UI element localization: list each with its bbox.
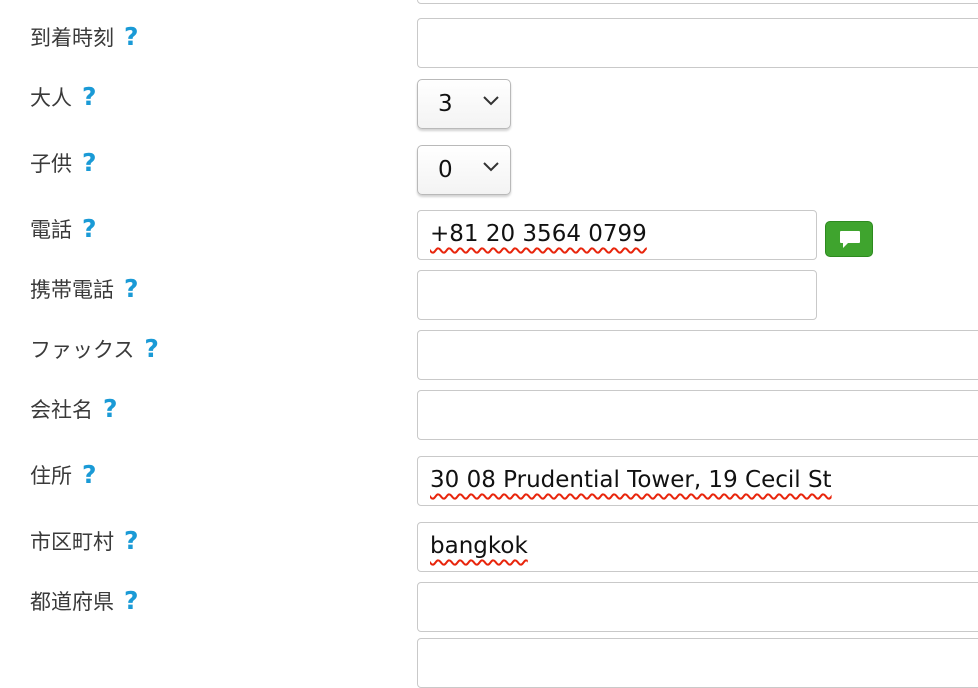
phone-input[interactable]: +81 20 3564 0799 (417, 210, 817, 260)
address-input[interactable]: 30 08 Prudential Tower, 19 Cecil St (417, 456, 978, 506)
chevron-down-icon (483, 162, 499, 172)
prefecture-input[interactable] (417, 582, 978, 632)
fax-label-text: ファックス (30, 338, 135, 362)
children-label-text: 子供 (30, 152, 72, 176)
address-input-value: 30 08 Prudential Tower, 19 Cecil St (430, 467, 832, 493)
help-icon[interactable]: ? (124, 528, 139, 554)
previous-field[interactable] (417, 0, 978, 4)
help-icon[interactable]: ? (124, 24, 139, 50)
adults-select-value: 3 (438, 91, 453, 117)
phone-input-value: +81 20 3564 0799 (430, 221, 647, 247)
speech-bubble-icon (840, 231, 860, 248)
arrival-time-label: 到着時刻? (30, 24, 139, 52)
help-icon[interactable]: ? (124, 276, 139, 302)
help-icon[interactable]: ? (82, 150, 97, 176)
adults-label: 大人? (30, 84, 97, 112)
arrival-time-label-text: 到着時刻 (30, 26, 114, 50)
prefecture-label-text: 都道府県 (30, 590, 114, 614)
help-icon[interactable]: ? (82, 462, 97, 488)
sms-button[interactable] (825, 221, 873, 257)
address-label-text: 住所 (30, 464, 72, 488)
company-label-text: 会社名 (30, 398, 93, 422)
help-icon[interactable]: ? (124, 588, 139, 614)
city-input[interactable]: bangkok (417, 522, 978, 572)
city-input-value: bangkok (430, 533, 528, 559)
children-select[interactable]: 0 (417, 145, 511, 195)
mobile-label: 携帯電話? (30, 276, 139, 304)
city-label: 市区町村? (30, 528, 139, 556)
children-select-value: 0 (438, 157, 453, 183)
mobile-input[interactable] (417, 270, 817, 320)
phone-label-text: 電話 (30, 218, 72, 242)
help-icon[interactable]: ? (103, 396, 118, 422)
fax-input[interactable] (417, 330, 978, 380)
help-icon[interactable]: ? (82, 216, 97, 242)
help-icon[interactable]: ? (144, 336, 159, 362)
next-field[interactable] (417, 638, 978, 688)
prefecture-label: 都道府県? (30, 588, 139, 616)
children-label: 子供? (30, 150, 97, 178)
company-label: 会社名? (30, 396, 118, 424)
address-label: 住所? (30, 462, 97, 490)
help-icon[interactable]: ? (82, 84, 97, 110)
city-label-text: 市区町村 (30, 530, 114, 554)
fax-label: ファックス? (30, 336, 159, 364)
mobile-label-text: 携帯電話 (30, 278, 114, 302)
adults-select[interactable]: 3 (417, 79, 511, 129)
phone-label: 電話? (30, 216, 97, 244)
adults-label-text: 大人 (30, 86, 72, 110)
arrival-time-input[interactable] (417, 18, 978, 68)
company-input[interactable] (417, 390, 978, 440)
chevron-down-icon (483, 96, 499, 106)
